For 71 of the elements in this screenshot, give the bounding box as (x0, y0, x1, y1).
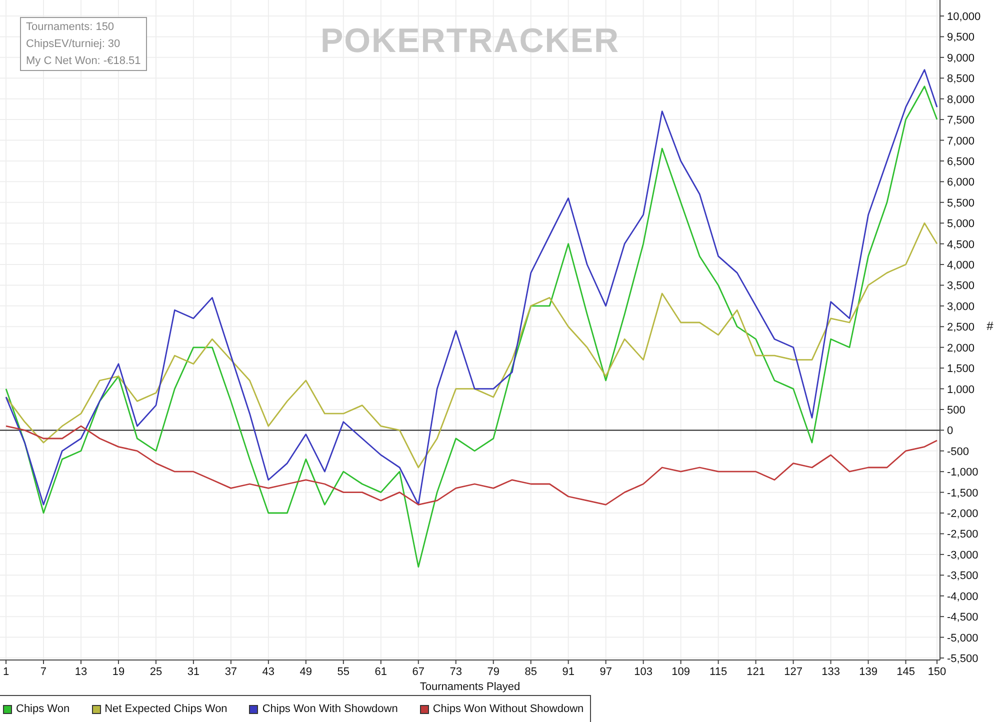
axis-tick-label: -4,500 (947, 612, 978, 624)
stats-text: ChipsEV/turniej: 30 (26, 37, 122, 51)
axis-tick-label: 133 (822, 666, 840, 678)
axis-tick-label: 3,000 (947, 300, 975, 313)
axis-tick-label: -3,000 (947, 549, 978, 562)
stats-text: Tournaments: 150 (26, 20, 116, 34)
axis-tick-label: 1,500 (947, 363, 975, 376)
axis-tick-label: 115 (710, 666, 728, 678)
axis-tick-label: 1 (2, 666, 10, 678)
axis-tick-label: 5,500 (947, 197, 975, 210)
axis-tick-label: 91 (562, 666, 574, 678)
axis-tick-label: 1,000 (947, 384, 975, 396)
legend-label: Chips Won With Showdown (262, 702, 398, 717)
axis-tick-label: 55 (337, 666, 350, 678)
axis-tick-label: -4,000 (947, 590, 978, 603)
axis-tick-label: -2,000 (947, 508, 978, 520)
axis-tick-label: 8,000 (947, 94, 975, 106)
legend-label: Chips Won Without Showdown (432, 702, 584, 717)
axis-tick-label: 37 (224, 666, 238, 678)
legend-label: Net Expected Chips Won (104, 702, 228, 717)
axis-tick-label: 7 (40, 666, 47, 678)
axis-tick-label: 9,500 (947, 32, 975, 44)
axis-tick-label: 121 (746, 666, 765, 678)
axis-tick-label: 3,500 (947, 280, 975, 292)
axis-tick-label: 79 (487, 666, 500, 678)
axis-title: # (986, 319, 994, 333)
axis-tick-label: 500 (947, 404, 966, 416)
axis-tick-label: -1,000 (947, 466, 978, 479)
axis-tick-label: -5,500 (947, 653, 978, 665)
axis-tick-label: 9,000 (947, 52, 975, 64)
axis-tick-label: 6,500 (947, 156, 975, 168)
axis-tick-label: 8,500 (947, 73, 975, 86)
axis-tick-label: 19 (112, 666, 125, 678)
axis-tick-label: -500 (947, 446, 970, 458)
axis-tick-label: 43 (262, 666, 275, 678)
axis-tick-label: 127 (784, 666, 802, 678)
axis-tick-label: -1,500 (947, 487, 978, 500)
axis-tick-label: 150 (928, 666, 946, 678)
axis-tick-label: 5,000 (947, 218, 975, 230)
axis-tick-label: 2,000 (947, 342, 975, 354)
axis-tick-label: 97 (600, 666, 612, 678)
axis-tick-label: 13 (74, 666, 88, 678)
axis-tick-label: -3,500 (947, 570, 978, 582)
axis-tick-label: -2,500 (947, 528, 978, 541)
axis-tick-label: 139 (859, 666, 878, 678)
axis-tick-label: 4,000 (947, 260, 975, 272)
legend-label: Chips Won (16, 702, 70, 717)
axis-tick-label: 67 (412, 666, 425, 678)
legend-swatch (3, 704, 12, 714)
axis-tick-label: 7,000 (947, 135, 975, 148)
axis-tick-label: 4,500 (947, 238, 975, 251)
axis-tick-label: 10,000 (947, 11, 981, 23)
axis-tick-label: 109 (672, 666, 690, 678)
axis-tick-label: 25 (150, 666, 162, 678)
axis-tick-label: -5,000 (947, 632, 978, 644)
legend-swatch (249, 704, 258, 714)
stats-text: My C Net Won: -€18.51 (26, 54, 141, 68)
axis-tick-label: 49 (300, 666, 312, 678)
axis-tick-label: 85 (524, 666, 537, 678)
legend-swatch (92, 704, 101, 714)
axis-tick-label: 2,500 (947, 322, 975, 334)
axis-title: Tournaments Played (420, 681, 520, 693)
axis-tick-label: 145 (896, 666, 915, 678)
axis-tick-label: 0 (947, 425, 954, 438)
axis-tick-label: 6,000 (947, 176, 975, 189)
legend-swatch (420, 704, 429, 714)
axis-tick-label: 31 (187, 666, 200, 678)
axis-tick-label: 7,500 (947, 114, 975, 127)
axis-tick-label: 61 (374, 666, 388, 678)
axis-tick-label: 73 (450, 666, 462, 678)
axis-tick-label: 103 (634, 666, 652, 678)
